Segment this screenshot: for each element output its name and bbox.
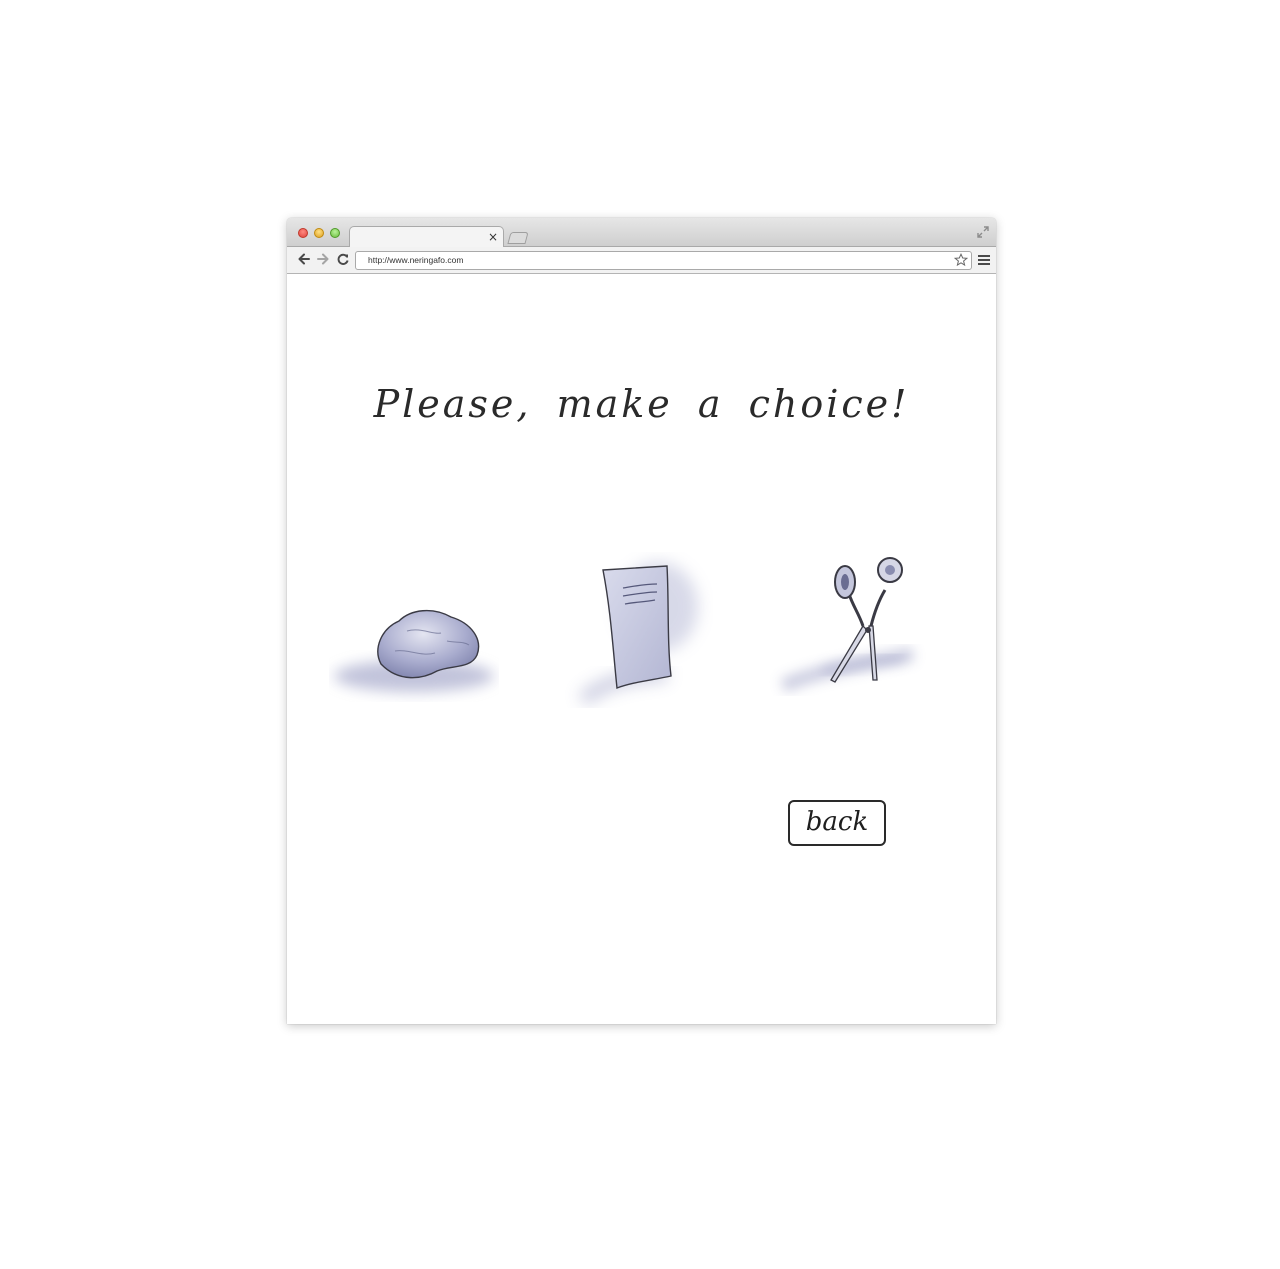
menu-icon[interactable] bbox=[978, 254, 990, 266]
rock-icon[interactable] bbox=[329, 579, 499, 709]
back-button[interactable]: back bbox=[788, 800, 886, 846]
minimize-window-button[interactable] bbox=[314, 228, 324, 238]
zoom-window-button[interactable] bbox=[330, 228, 340, 238]
new-tab-button[interactable] bbox=[507, 232, 529, 244]
browser-toolbar: http://www.neringafo.com bbox=[287, 247, 996, 274]
forward-arrow-icon[interactable] bbox=[316, 252, 330, 266]
page-heading: Please, make a choice! bbox=[373, 382, 910, 426]
url-text: http://www.neringafo.com bbox=[368, 255, 464, 265]
screen: × http://www.neringafo.com Please, make … bbox=[0, 0, 1280, 1269]
back-arrow-icon[interactable] bbox=[297, 252, 311, 266]
scissors-icon[interactable] bbox=[763, 554, 933, 704]
page-content: Please, make a choice! back bbox=[287, 274, 996, 1024]
browser-window: × http://www.neringafo.com Please, make … bbox=[287, 218, 996, 1024]
paper-icon[interactable] bbox=[563, 552, 713, 712]
bookmark-star-icon[interactable] bbox=[954, 253, 968, 267]
reload-icon[interactable] bbox=[336, 252, 350, 266]
fullscreen-icon[interactable] bbox=[977, 226, 989, 238]
tab-bar: × bbox=[287, 218, 996, 248]
browser-tab[interactable]: × bbox=[349, 226, 504, 248]
address-bar[interactable]: http://www.neringafo.com bbox=[355, 251, 972, 270]
close-window-button[interactable] bbox=[298, 228, 308, 238]
tab-close-icon[interactable]: × bbox=[488, 230, 498, 244]
